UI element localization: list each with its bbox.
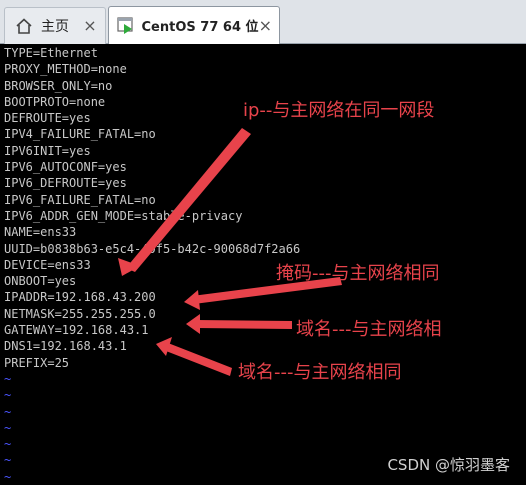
annotation-dns: 域名---与主网络相同 xyxy=(238,362,402,383)
tab-bar: 主页 × CentOS 77 64 位 × xyxy=(0,0,526,44)
empty-line-tilde: ~ xyxy=(4,453,12,468)
config-line: ONBOOT=yes xyxy=(4,274,77,289)
tab-home[interactable]: 主页 × xyxy=(4,7,106,44)
empty-line-tilde: ~ xyxy=(4,469,12,484)
tab-home-label: 主页 xyxy=(41,19,69,35)
home-icon xyxy=(13,15,35,37)
config-line: BROWSER_ONLY=no xyxy=(4,78,113,93)
config-line: PROXY_METHOD=none xyxy=(4,62,127,77)
config-line: IPV4_FAILURE_FATAL=no xyxy=(4,127,156,142)
config-line: IPV6_ADDR_GEN_MODE=stable-privacy xyxy=(4,208,243,223)
close-icon[interactable]: × xyxy=(82,18,98,34)
empty-line-tilde: ~ xyxy=(4,437,12,452)
tab-centos[interactable]: CentOS 77 64 位 × xyxy=(108,6,280,44)
empty-line-tilde: ~ xyxy=(4,404,12,419)
annotation-mask: 掩码---与主网络相同 xyxy=(276,263,440,284)
config-line: DEVICE=ens33 xyxy=(4,257,91,272)
config-line: IPV6_FAILURE_FATAL=no xyxy=(4,192,156,207)
config-line: IPV6_AUTOCONF=yes xyxy=(4,160,127,175)
close-icon[interactable]: × xyxy=(259,17,272,34)
config-line: DNS1=192.168.43.1 xyxy=(4,339,127,354)
config-line: NETMASK=255.255.255.0 xyxy=(4,306,156,321)
tab-centos-label: CentOS 77 64 位 xyxy=(141,20,259,35)
config-line: IPV6_DEFROUTE=yes xyxy=(4,176,127,191)
config-line: IPV6INIT=yes xyxy=(4,143,91,158)
annotation-gateway: 域名---与主网络相 xyxy=(296,319,442,340)
empty-line-tilde: ~ xyxy=(4,388,12,403)
annotation-ip: ip--与主网络在同一网段 xyxy=(243,100,435,121)
watermark: CSDN @惊羽墨客 xyxy=(387,456,510,474)
config-line: TYPE=Ethernet xyxy=(4,46,98,60)
config-line: UUID=b0838b63-e5c4-40f5-b42c-90068d7f2a6… xyxy=(4,241,301,256)
config-line: NAME=ens33 xyxy=(4,225,77,240)
config-line: GATEWAY=192.168.43.1 xyxy=(4,323,149,338)
vm-play-icon xyxy=(117,15,136,37)
empty-line-tilde: ~ xyxy=(4,420,12,435)
config-line: IPADDR=192.168.43.200 xyxy=(4,290,156,305)
